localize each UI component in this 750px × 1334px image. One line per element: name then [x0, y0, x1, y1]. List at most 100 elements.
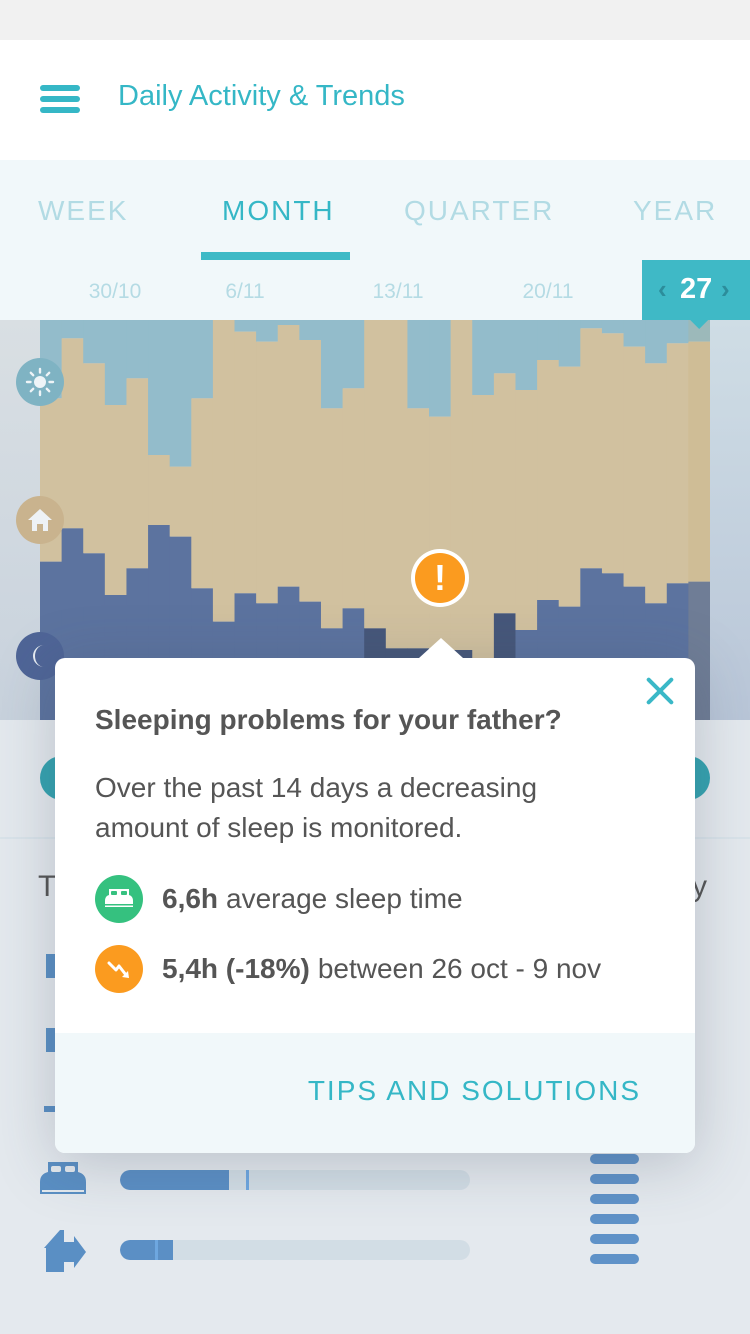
bar-home[interactable]: [623, 346, 646, 587]
page-title: Daily Activity & Trends: [118, 80, 405, 112]
bar-home[interactable]: [277, 325, 300, 587]
bar-home[interactable]: [61, 338, 84, 529]
bar-home[interactable]: [472, 395, 495, 662]
bar-home[interactable]: [385, 320, 409, 649]
bar-home[interactable]: [342, 388, 365, 609]
bar-home[interactable]: [558, 366, 581, 607]
popup-title: Sleeping problems for your father?: [95, 704, 562, 735]
stat-average-sleep: 6,6h average sleep time: [95, 875, 463, 923]
bar-outside[interactable]: [169, 320, 192, 467]
tab-year[interactable]: YEAR: [633, 195, 717, 227]
app-bar: Daily Activity & Trends: [0, 40, 750, 160]
trend-down-icon: [95, 945, 143, 993]
sleep-alert-popup: Sleeping problems for your father? Over …: [55, 638, 695, 1153]
bar-home[interactable]: [148, 455, 171, 525]
bar-outside[interactable]: [666, 320, 689, 344]
bar-outside[interactable]: [515, 320, 538, 390]
bar-home[interactable]: [515, 390, 538, 630]
average-marker: [155, 1240, 158, 1260]
popup-body: Over the past 14 days a decreasing amoun…: [95, 772, 538, 843]
bar-outside[interactable]: [83, 320, 106, 364]
bar-outside[interactable]: [558, 320, 581, 367]
alert-marker[interactable]: !: [411, 549, 469, 607]
progress-fill: [120, 1240, 173, 1260]
bar-outside[interactable]: [277, 320, 300, 325]
bar-outside[interactable]: [256, 320, 279, 342]
bar-outside[interactable]: [537, 320, 560, 360]
leave-home-icon: [44, 1230, 86, 1272]
bar-outside[interactable]: [104, 320, 128, 405]
selected-date-picker: ‹ 27 ›: [642, 260, 750, 320]
bar-outside[interactable]: [429, 320, 452, 417]
status-bar: [0, 0, 750, 40]
date-label: 20/11: [522, 280, 574, 303]
bar-home[interactable]: [601, 333, 625, 574]
bar-home[interactable]: [169, 466, 192, 537]
close-icon[interactable]: [645, 676, 675, 706]
bar-home[interactable]: [191, 398, 214, 589]
chevron-right-icon[interactable]: ›: [721, 274, 730, 305]
stat-sleep-decrease: 5,4h (-18%) between 26 oct - 9 nov: [95, 945, 601, 993]
bar-home[interactable]: [580, 328, 603, 569]
chart-right-gutter: [710, 320, 750, 720]
stat-value: 6,6h: [162, 883, 219, 914]
bar-home[interactable]: [83, 363, 106, 554]
hamburger-menu-icon[interactable]: [40, 83, 80, 115]
bar-home[interactable]: [320, 408, 344, 629]
tab-month[interactable]: MONTH: [222, 195, 335, 227]
bar-outside[interactable]: [580, 320, 603, 329]
tips-and-solutions-button[interactable]: TIPS AND SOLUTIONS: [308, 1075, 641, 1107]
period-tabs: WEEK MONTH QUARTER YEAR 30/10 6/11 13/11…: [0, 160, 750, 320]
bar-outside[interactable]: [342, 320, 365, 389]
text-fragment: T: [38, 870, 57, 903]
bar-outside[interactable]: [191, 320, 214, 399]
bar-home[interactable]: [234, 331, 257, 594]
popup-pointer: [419, 638, 463, 658]
bar-outside[interactable]: [320, 320, 344, 409]
popup-footer: TIPS AND SOLUTIONS: [55, 1033, 695, 1153]
date-label: 30/10: [88, 280, 142, 303]
bar-outside[interactable]: [61, 320, 84, 339]
bar-outside[interactable]: [472, 320, 495, 395]
exclamation-icon: !: [415, 553, 465, 603]
bar-home[interactable]: [407, 408, 430, 649]
bar-outside[interactable]: [299, 320, 322, 340]
progress-fill: [120, 1170, 229, 1190]
bar-outside[interactable]: [493, 320, 517, 374]
bar-home[interactable]: [364, 320, 387, 629]
chevron-left-icon[interactable]: ‹: [658, 274, 667, 305]
selected-day: 27: [680, 273, 713, 305]
bar-outside[interactable]: [645, 320, 668, 364]
bar-home[interactable]: [126, 378, 149, 569]
bar-outside[interactable]: [407, 320, 430, 409]
away-progress-bar: [120, 1240, 470, 1260]
bar-home[interactable]: [537, 360, 560, 600]
tab-week[interactable]: WEEK: [38, 195, 128, 227]
bar-home[interactable]: [299, 340, 322, 602]
bar-outside[interactable]: [234, 320, 257, 332]
bar-home[interactable]: [429, 416, 452, 650]
bar-outside[interactable]: [148, 320, 171, 455]
bar-home[interactable]: [666, 343, 689, 584]
bar-outside[interactable]: [623, 320, 646, 347]
stat-text: average sleep time: [226, 883, 463, 914]
bar-home[interactable]: [493, 373, 517, 614]
bed-icon: [40, 1162, 86, 1194]
active-tab-indicator: [201, 252, 350, 260]
home-icon: [16, 496, 64, 544]
stat-text: between 26 oct - 9 nov: [317, 953, 602, 984]
tab-quarter[interactable]: QUARTER: [404, 195, 554, 227]
average-marker: [246, 1170, 249, 1190]
bar-home[interactable]: [256, 341, 279, 604]
bar-home[interactable]: [104, 405, 128, 595]
bar-home[interactable]: [212, 320, 236, 622]
bar-outside[interactable]: [126, 320, 149, 379]
bar-home[interactable]: [645, 363, 668, 604]
date-label: 13/11: [372, 280, 424, 303]
stat-value: 5,4h (-18%): [162, 953, 310, 984]
sleep-progress-bar: [120, 1170, 470, 1190]
date-label: 6/11: [225, 280, 265, 303]
bed-icon: [95, 875, 143, 923]
sun-icon: [16, 358, 64, 406]
bar-outside[interactable]: [601, 320, 625, 334]
